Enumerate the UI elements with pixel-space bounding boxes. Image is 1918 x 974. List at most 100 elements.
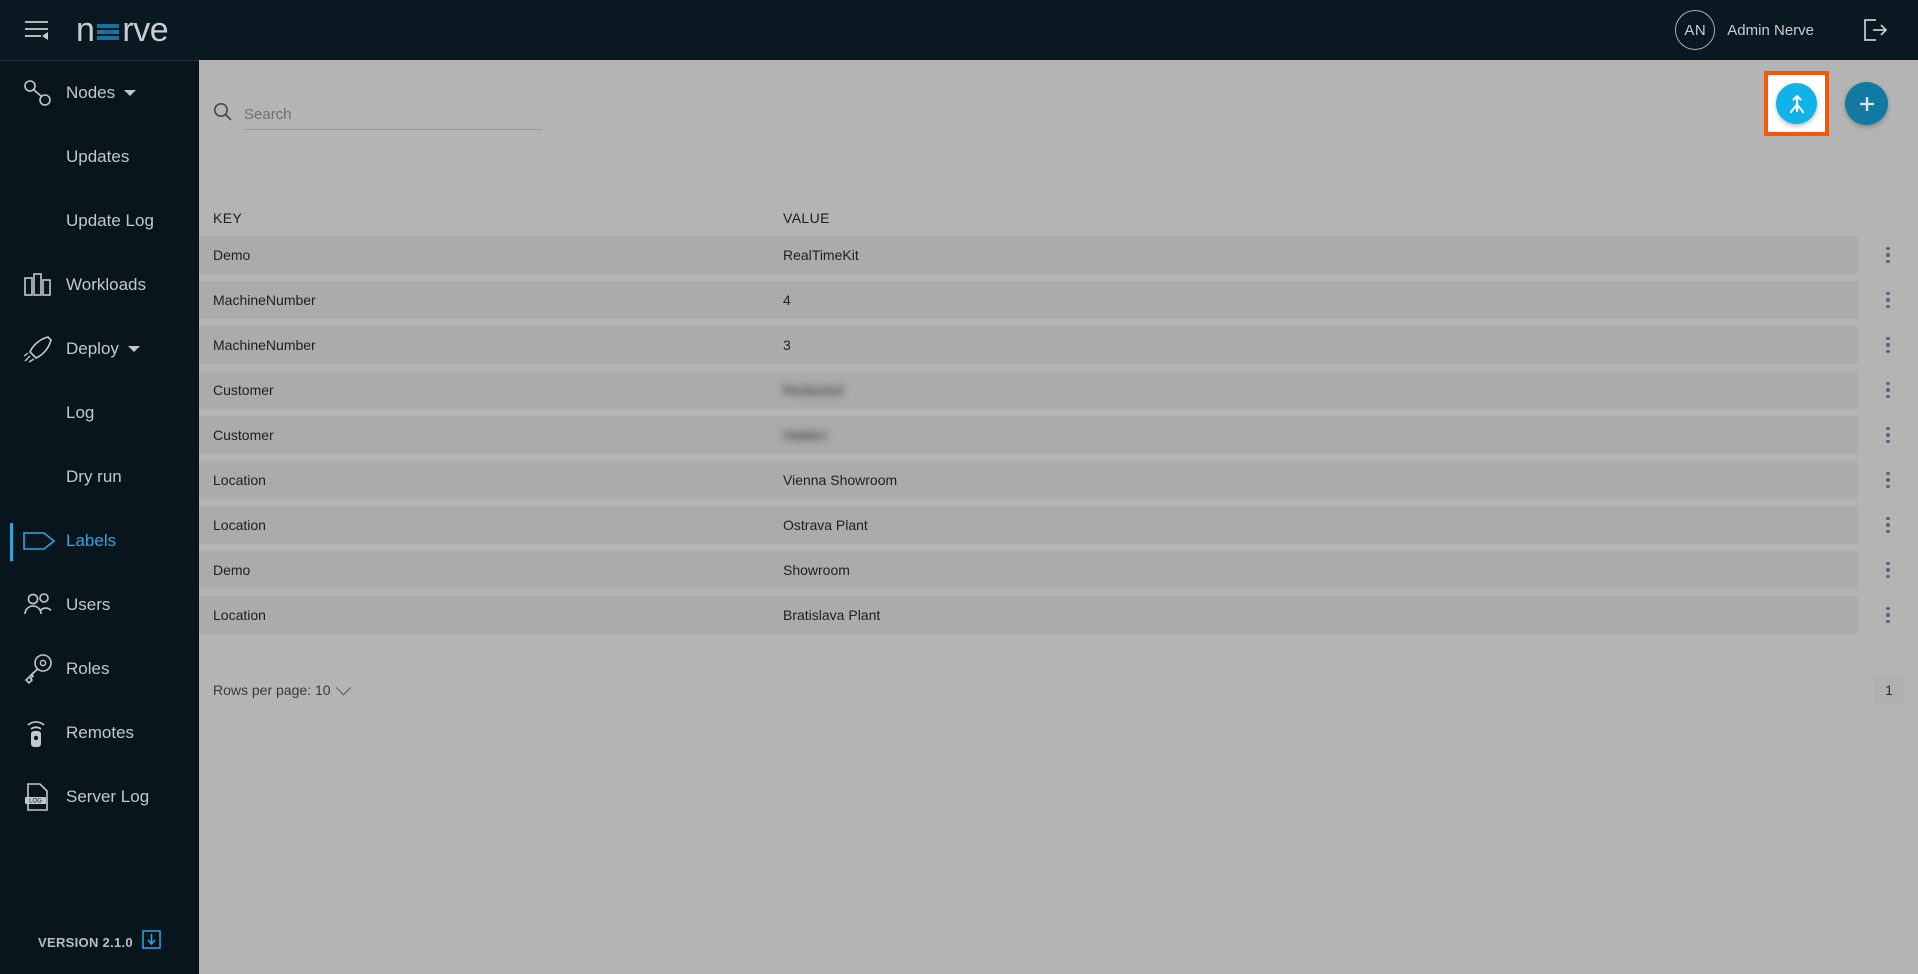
column-header-value: VALUE	[783, 210, 830, 226]
action-buttons	[1764, 71, 1896, 136]
chevron-down-icon	[335, 679, 351, 695]
sidebar-item-workloads[interactable]: Workloads	[0, 253, 199, 317]
nerve-logo: n rve	[76, 10, 169, 50]
kebab-menu-icon[interactable]	[1873, 510, 1903, 540]
add-label-button-wrap	[1837, 74, 1896, 133]
sidebar-item-dry-run[interactable]: Dry run	[0, 445, 199, 509]
search-icon	[213, 102, 232, 130]
sidebar-item-label: Nodes	[66, 83, 116, 102]
table-row[interactable]: Customer Hidden	[199, 416, 1918, 454]
nodes-icon	[22, 78, 66, 108]
sidebar-item-users[interactable]: Users	[0, 573, 199, 637]
sidebar-item-label: Server Log	[66, 787, 150, 806]
sidebar-item-remotes[interactable]: Remotes	[0, 701, 199, 765]
kebab-menu-icon[interactable]	[1873, 555, 1903, 585]
brand-e-glyph	[97, 24, 120, 40]
sidebar-item-server-log[interactable]: LOG Server Log	[0, 765, 199, 829]
row-actions-cell	[1858, 551, 1918, 589]
cell-value: 3	[783, 337, 791, 353]
cell-key: Customer	[213, 427, 274, 443]
add-label-button[interactable]	[1845, 82, 1888, 125]
cell-key: Customer	[213, 382, 274, 398]
table-body: Demo RealTimeKit MachineNumber 4 MachineNumb…	[199, 236, 1918, 634]
avatar[interactable]: AN	[1675, 10, 1716, 50]
kebab-menu-icon[interactable]	[1873, 330, 1903, 360]
cell-key: MachineNumber	[213, 337, 316, 353]
kebab-menu-icon[interactable]	[1873, 420, 1903, 450]
roles-key-icon	[22, 654, 66, 684]
plus-icon	[1859, 96, 1874, 111]
cell-value: Vienna Showroom	[783, 472, 898, 488]
kebab-menu-icon[interactable]	[1873, 465, 1903, 495]
sidebar-item-log[interactable]: Log	[0, 381, 199, 445]
table-row[interactable]: Location Ostrava Plant	[199, 506, 1918, 544]
cell-key: Location	[213, 517, 266, 533]
chevron-down-icon	[127, 346, 140, 352]
search-bar	[213, 102, 542, 130]
users-icon	[22, 592, 66, 618]
merge-labels-button[interactable]	[1776, 83, 1817, 124]
label-tag-icon	[22, 529, 66, 553]
table-row[interactable]: Customer Redacted	[199, 371, 1918, 409]
top-bar: n rve AN Admin Nerve	[0, 0, 1918, 60]
kebab-menu-icon[interactable]	[1873, 285, 1903, 315]
cell-key: Location	[213, 607, 266, 623]
table-row[interactable]: Location Bratislava Plant	[199, 596, 1918, 634]
sidebar-item-label: Dry run	[66, 467, 122, 486]
table-footer: Rows per page: 10 1	[199, 670, 1918, 710]
search-input-wrap	[244, 106, 542, 130]
page-number-button[interactable]: 1	[1874, 676, 1904, 704]
sidebar-item-nodes[interactable]: Nodes	[0, 61, 199, 125]
cell-value: RealTimeKit	[783, 247, 859, 263]
kebab-menu-icon[interactable]	[1873, 375, 1903, 405]
sidebar-item-roles[interactable]: Roles	[0, 637, 199, 701]
main-content: KEY VALUE DemoRealTimeKitMachineNumber4M…	[199, 60, 1918, 974]
table-row[interactable]: MachineNumber 4	[199, 281, 1918, 319]
cell-value-redacted: Redacted	[783, 382, 843, 398]
version-footer: VERSION 2.1.0	[0, 910, 199, 974]
user-name: Admin Nerve	[1727, 21, 1814, 39]
row-actions-cell	[1858, 596, 1918, 634]
brand-text-prefix: n	[76, 11, 95, 49]
cell-value: Showroom	[783, 562, 850, 578]
sidebar-item-deploy[interactable]: Deploy	[0, 317, 199, 381]
row-actions-cell	[1858, 461, 1918, 499]
deploy-icon	[22, 334, 66, 364]
cell-key: Location	[213, 472, 266, 488]
sidebar-item-update-log[interactable]: Update Log	[0, 189, 199, 253]
row-actions-cell	[1858, 371, 1918, 409]
kebab-menu-icon[interactable]	[1873, 240, 1903, 270]
sidebar-item-label: Labels	[66, 531, 117, 550]
server-log-icon: LOG	[22, 781, 66, 813]
sidebar-item-labels[interactable]: Labels	[0, 509, 199, 573]
row-actions-cell	[1858, 236, 1918, 274]
cell-value: Ostrava Plant	[783, 517, 868, 533]
brand-text-suffix: rve	[122, 11, 169, 49]
sidebar-item-updates[interactable]: Updates	[0, 125, 199, 189]
download-icon[interactable]	[142, 930, 161, 954]
rows-per-page-selector[interactable]: Rows per page: 10	[213, 679, 351, 698]
avatar-initials: AN	[1684, 21, 1707, 39]
logout-icon[interactable]	[1858, 13, 1892, 47]
kebab-menu-icon[interactable]	[1873, 600, 1903, 630]
svg-text:LOG: LOG	[29, 799, 42, 805]
table-row[interactable]: Location Vienna Showroom	[199, 461, 1918, 499]
sidebar-item-label: Log	[66, 403, 95, 422]
table-row[interactable]: Demo Showroom	[199, 551, 1918, 589]
sidebar-item-label: Deploy	[66, 339, 119, 358]
cell-value: 4	[783, 292, 791, 308]
table-row[interactable]: Demo RealTimeKit	[199, 236, 1918, 274]
search-input[interactable]	[244, 106, 542, 123]
remote-icon	[22, 718, 66, 748]
cell-key: Demo	[213, 247, 251, 263]
cell-value: Bratislava Plant	[783, 607, 881, 623]
table-row[interactable]: MachineNumber 3	[199, 326, 1918, 364]
cell-key: MachineNumber	[213, 292, 316, 308]
version-label: VERSION 2.1.0	[38, 934, 133, 950]
menu-collapse-icon[interactable]	[14, 10, 60, 50]
merge-icon	[1789, 94, 1804, 113]
table-header-row: KEY VALUE	[199, 200, 1918, 236]
sidebar-item-label: Workloads	[66, 275, 146, 294]
row-actions-cell	[1858, 416, 1918, 454]
merge-labels-button-highlight	[1764, 71, 1829, 136]
